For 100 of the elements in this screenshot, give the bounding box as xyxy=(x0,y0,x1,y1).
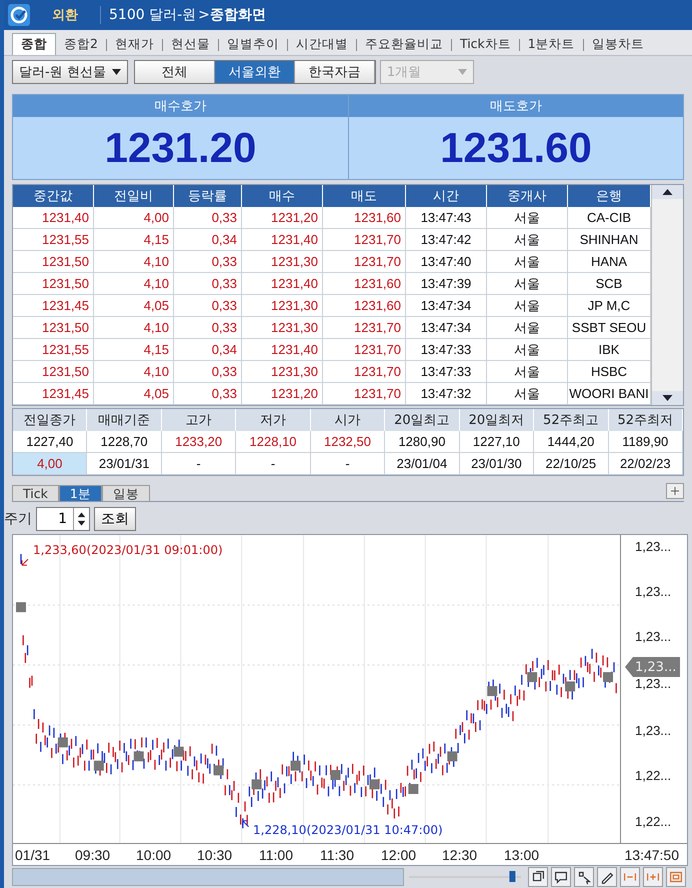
table-cell: 0,33 xyxy=(174,295,242,317)
segment-button[interactable]: 한국자금 xyxy=(294,61,375,83)
table-cell: 1231,70 xyxy=(323,229,406,251)
table-cell: 1231,70 xyxy=(323,317,406,339)
tab[interactable]: 현선물 xyxy=(162,33,218,55)
table-cell: 4,15 xyxy=(94,339,174,361)
axis-label: 09:30 xyxy=(75,847,110,863)
axis-label: 12:30 xyxy=(442,847,478,863)
axis-label: 1,23... xyxy=(635,723,672,738)
query-button[interactable]: 조회 xyxy=(94,506,136,530)
scroll-down-icon[interactable] xyxy=(652,391,683,405)
chart-tool-icon[interactable] xyxy=(551,867,571,887)
table-cell: 1231,60 xyxy=(323,273,406,295)
table-cell: 1233,20 xyxy=(162,431,236,453)
chart-tab[interactable]: 일봉 xyxy=(102,485,150,501)
table-cell: CA-CIB xyxy=(568,207,651,229)
table-cell: 서울 xyxy=(487,317,568,339)
table-cell: 4,10 xyxy=(94,251,174,273)
table-cell: HANA xyxy=(568,251,651,273)
table-cell: 22/02/23 xyxy=(608,453,683,475)
table-cell: 0,33 xyxy=(174,383,242,405)
column-header: 중개사 xyxy=(487,185,568,207)
table-cell: 23/01/04 xyxy=(385,453,460,475)
table-cell: 0,33 xyxy=(174,361,242,383)
column-header: 등락률 xyxy=(174,185,242,207)
table-cell: 1231,70 xyxy=(323,361,406,383)
tab[interactable]: 주요환율비교 xyxy=(356,33,451,55)
table-cell: 4,10 xyxy=(94,361,174,383)
tab[interactable]: 종합2 xyxy=(56,33,106,55)
horizontal-scrollbar[interactable] xyxy=(12,868,404,886)
low-pointer-icon xyxy=(242,820,250,828)
axis-label: 01/31 xyxy=(15,847,50,863)
column-header: 매도 xyxy=(323,185,406,207)
segment-button[interactable]: 전체 xyxy=(134,61,215,83)
table-cell: 1231,45 xyxy=(13,295,94,317)
axis-label: 10:00 xyxy=(136,847,172,863)
column-header: 중간값 xyxy=(13,185,94,207)
table-cell: 13:47:33 xyxy=(406,339,487,361)
column-header: 52주최고 xyxy=(534,409,609,431)
column-header: 20일최저 xyxy=(460,409,534,431)
table-cell: 1231,30 xyxy=(242,251,323,273)
table-cell: - xyxy=(310,453,386,475)
table-cell: 4,00 xyxy=(13,453,88,475)
add-icon[interactable] xyxy=(666,483,684,499)
table-cell: 23/01/30 xyxy=(460,453,534,475)
tab[interactable]: 종합 xyxy=(12,33,56,55)
table-cell: 서울 xyxy=(487,207,568,229)
table-cell: 13:47:43 xyxy=(406,207,487,229)
quote-price: 1231.60 xyxy=(349,117,683,179)
table-cell: - xyxy=(162,453,236,475)
table-cell: 1231,30 xyxy=(242,361,323,383)
chart-tool-icon[interactable] xyxy=(528,867,548,887)
caret-icon xyxy=(112,69,121,75)
table-cell: SCB xyxy=(568,273,651,295)
table-cell: JP M,C xyxy=(568,295,651,317)
tab[interactable]: 일별추이 xyxy=(218,33,287,55)
table-cell: 1444,20 xyxy=(534,431,609,453)
segment-button[interactable]: 서울외환 xyxy=(214,61,295,83)
chart-tool-icon[interactable] xyxy=(574,867,594,887)
table-cell: 서울 xyxy=(487,251,568,273)
table-cell: WOORI BANI xyxy=(568,383,651,405)
table-cell: SSBT SEOU xyxy=(568,317,651,339)
caret-icon xyxy=(458,69,467,75)
table-cell: 1228,70 xyxy=(87,431,162,453)
table-cell: 0,33 xyxy=(174,317,242,339)
tab[interactable]: Tick차트 xyxy=(452,33,519,55)
chart-tool-icon[interactable] xyxy=(597,867,617,887)
period-spinner[interactable]: 1 xyxy=(36,506,90,530)
table-cell: 1231,55 xyxy=(13,339,94,361)
table-cell: 서울 xyxy=(487,339,568,361)
table-cell: 13:47:42 xyxy=(406,229,487,251)
tab[interactable]: 현재가 xyxy=(106,33,162,55)
table-cell: 1228,10 xyxy=(236,431,311,453)
column-header: 시가 xyxy=(310,409,386,431)
table-cell: 1231,70 xyxy=(323,383,406,405)
table-cell: 4,10 xyxy=(94,273,174,295)
tab[interactable]: 시간대별 xyxy=(288,33,356,55)
axis-label: 1,22... xyxy=(635,768,672,783)
table-cell: 1231,70 xyxy=(323,251,406,273)
tab[interactable]: 1분차트 xyxy=(520,33,583,55)
chart-tab[interactable]: 1분 xyxy=(58,485,102,501)
table-cell: 서울 xyxy=(487,383,568,405)
table-cell: 0,34 xyxy=(174,229,242,251)
table-cell: - xyxy=(236,453,311,475)
table-cell: 1231,30 xyxy=(242,317,323,339)
tab[interactable]: 일봉차트 xyxy=(584,33,652,55)
table-cell: 13:47:32 xyxy=(406,383,487,405)
table-cell: 13:47:33 xyxy=(406,361,487,383)
scroll-up-icon[interactable] xyxy=(652,185,683,199)
table-cell: 4,10 xyxy=(94,317,174,339)
axis-label: 12:00 xyxy=(381,847,416,863)
table-cell: 13:47:39 xyxy=(406,273,487,295)
table-cell: 서울 xyxy=(487,295,568,317)
zoom-slider-thumb[interactable] xyxy=(509,871,516,882)
table-cell: 13:47:34 xyxy=(406,295,487,317)
product-dropdown[interactable]: 달러-원 현선물 xyxy=(12,60,128,84)
logo-icon xyxy=(8,4,30,26)
table-cell: 0,33 xyxy=(174,273,242,295)
chart-tab[interactable]: Tick xyxy=(12,485,59,501)
table-cell: 4,00 xyxy=(94,207,174,229)
